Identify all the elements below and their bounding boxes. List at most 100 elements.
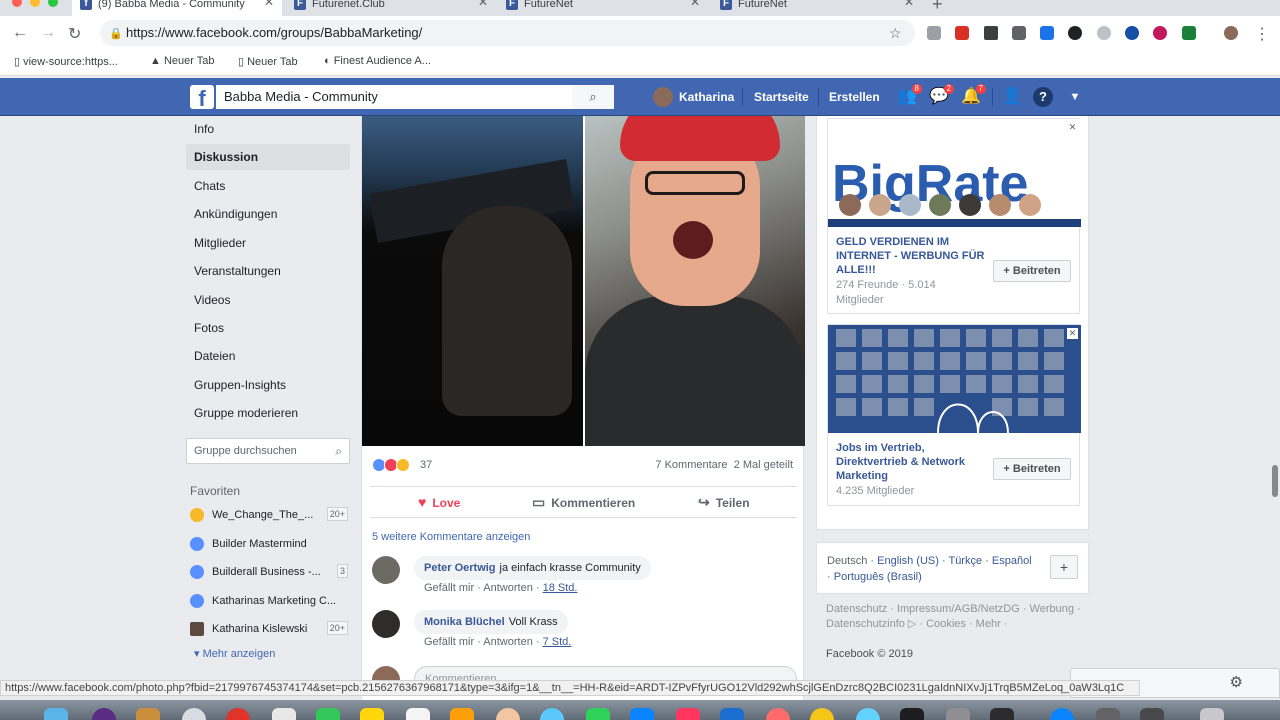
commenter-avatar[interactable] <box>372 556 400 584</box>
dock-app-icon[interactable] <box>136 708 160 720</box>
suggested-group-name[interactable]: Jobs im Vertrieb, Direktvertrieb & Netwo… <box>836 441 986 483</box>
favorite-group-item[interactable]: Katharinas Marketing C... <box>190 593 350 613</box>
commenter-name[interactable]: Monika Blüchel <box>424 616 505 628</box>
nav-item-veranstaltungen[interactable]: Veranstaltungen <box>186 258 350 284</box>
address-bar[interactable]: 🔒 https://www.facebook.com/groups/BabbaM… <box>100 20 915 46</box>
language-link[interactable]: Türkçe <box>948 555 982 567</box>
favorite-page-item[interactable]: Katharina Kislewski 20+ <box>190 621 350 641</box>
dock-app-icon[interactable] <box>540 708 564 720</box>
forward-arrow-icon[interactable]: → <box>40 24 56 42</box>
close-tab-icon[interactable]: ✕ <box>264 0 274 8</box>
post-photo-1[interactable] <box>362 116 583 446</box>
notifications-bell-icon[interactable]: 🔔 7 <box>961 84 986 107</box>
language-link[interactable]: English (US) <box>877 555 939 567</box>
show-more-link[interactable]: ▾ Mehr anzeigen <box>194 647 275 660</box>
nav-item-chats[interactable]: Chats <box>186 173 350 199</box>
dock-app-icon[interactable] <box>450 708 474 720</box>
browser-tab-futurenet-1[interactable]: F FutureNet ✕ <box>498 0 708 16</box>
suggested-group-name[interactable]: GELD VERDIENEN IM INTERNET - WERBUNG FÜR… <box>836 235 986 277</box>
extension-icon[interactable] <box>1040 26 1054 40</box>
shares-count-link[interactable]: 2 Mal geteilt <box>734 459 793 471</box>
dock-app-icon[interactable] <box>496 708 520 720</box>
nav-item-diskussion[interactable]: Diskussion <box>186 144 350 170</box>
quick-help-icon[interactable]: 👤 <box>1002 87 1022 107</box>
love-button[interactable]: ♥ Love <box>418 494 460 510</box>
favorite-group-item[interactable]: Builderall Business -... 3 <box>190 564 350 584</box>
dock-app-icon[interactable] <box>856 708 880 720</box>
dock-app-icon[interactable] <box>1096 708 1120 720</box>
home-link[interactable]: Startseite <box>754 90 809 104</box>
nav-item-gruppe-moderieren[interactable]: Gruppe moderieren <box>186 400 350 426</box>
trash-icon[interactable] <box>1200 708 1224 720</box>
extension-icon[interactable] <box>1182 26 1196 40</box>
dock-app-icon[interactable] <box>630 708 654 720</box>
group-search-input[interactable]: Gruppe durchsuchen ⌕ <box>186 438 350 464</box>
close-icon[interactable]: ✕ <box>1067 122 1078 133</box>
nav-item-fotos[interactable]: Fotos <box>186 315 350 341</box>
back-arrow-icon[interactable]: ← <box>12 24 28 42</box>
bookmark-item[interactable]: ▲ Neuer Tab <box>150 55 215 67</box>
suggested-group-image[interactable]: BigRate ✕ <box>828 119 1081 227</box>
nav-item-ankuendigungen[interactable]: Ankündigungen <box>186 201 350 227</box>
close-tab-icon[interactable]: ✕ <box>904 0 914 8</box>
commenter-avatar[interactable] <box>372 610 400 638</box>
bookmark-item[interactable]: ▯ view-source:https... <box>14 55 118 68</box>
more-comments-link[interactable]: 5 weitere Kommentare anzeigen <box>372 531 530 543</box>
user-avatar[interactable] <box>653 87 673 107</box>
commenter-name[interactable]: Peter Oertwig <box>424 562 496 574</box>
dock-app-icon[interactable] <box>946 708 970 720</box>
comment-timestamp[interactable]: 7 Std. <box>543 636 572 648</box>
dock-app-icon[interactable] <box>676 708 700 720</box>
like-comment-link[interactable]: Gefällt mir <box>424 636 474 648</box>
favorite-group-item[interactable]: We_Change_The_... 20+ <box>190 507 350 527</box>
extension-icon[interactable] <box>1125 26 1139 40</box>
bookmark-item[interactable]: ◐ Finest Audience A... <box>324 55 431 67</box>
close-tab-icon[interactable]: ✕ <box>478 0 488 8</box>
language-link[interactable]: Português (Brasil) <box>834 571 922 583</box>
extension-icon[interactable] <box>1153 26 1167 40</box>
comment-timestamp[interactable]: 18 Std. <box>543 582 578 594</box>
minimize-window-button[interactable] <box>30 0 40 7</box>
add-language-button[interactable]: + <box>1050 555 1078 579</box>
language-link[interactable]: Español <box>992 555 1032 567</box>
close-tab-icon[interactable]: ✕ <box>690 0 700 8</box>
favorite-group-item[interactable]: Builder Mastermind <box>190 536 350 556</box>
page-scrollbar[interactable] <box>1272 465 1278 497</box>
comments-count-link[interactable]: 7 Kommentare <box>655 459 727 471</box>
dock-app-icon[interactable] <box>272 708 296 720</box>
nav-item-gruppen-insights[interactable]: Gruppen-Insights <box>186 372 350 398</box>
profile-avatar[interactable] <box>1224 26 1238 40</box>
dock-app-icon[interactable] <box>1140 708 1164 720</box>
bookmark-item[interactable]: ▯ Neuer Tab <box>238 55 298 68</box>
dock-app-icon[interactable] <box>226 708 250 720</box>
reply-link[interactable]: Antworten <box>483 582 533 594</box>
browser-tab-futurenet-club[interactable]: F Futurenet.Club ✕ <box>286 0 496 16</box>
nav-item-dateien[interactable]: Dateien <box>186 343 350 369</box>
create-link[interactable]: Erstellen <box>829 90 880 104</box>
dock-app-icon[interactable] <box>990 708 1014 720</box>
reply-link[interactable]: Antworten <box>483 636 533 648</box>
close-icon[interactable]: ✕ <box>1067 328 1078 339</box>
menu-kebab-icon[interactable]: ⋮ <box>1254 24 1270 44</box>
extension-icon[interactable] <box>984 26 998 40</box>
dock-app-icon[interactable] <box>720 708 744 720</box>
search-icon[interactable]: ⌕ <box>335 439 342 463</box>
dock-app-icon[interactable] <box>92 708 116 720</box>
nav-item-videos[interactable]: Videos <box>186 287 350 313</box>
comment-button[interactable]: ▭ Kommentieren <box>532 494 635 511</box>
nav-item-mitglieder[interactable]: Mitglieder <box>186 230 350 256</box>
footer-links[interactable]: Datenschutz · Impressum/AGB/NetzDG · Wer… <box>826 602 1081 632</box>
suggested-group-image[interactable]: ✕ <box>828 325 1081 433</box>
new-tab-button[interactable]: + <box>932 0 943 15</box>
join-group-button[interactable]: + Beitreten <box>993 260 1071 282</box>
join-group-button[interactable]: + Beitreten <box>993 458 1071 480</box>
facebook-search-input[interactable]: Babba Media - Community ⌕ <box>216 85 614 109</box>
messenger-icon[interactable]: 💬 2 <box>929 84 954 107</box>
search-icon[interactable]: ⌕ <box>572 85 614 109</box>
help-question-icon[interactable]: ? <box>1033 87 1053 107</box>
close-window-button[interactable] <box>12 0 22 7</box>
dock-app-icon[interactable] <box>360 708 384 720</box>
reload-icon[interactable]: ↻ <box>68 24 81 44</box>
post-photo-2[interactable] <box>585 116 805 446</box>
nav-item-info[interactable]: Info <box>186 116 350 142</box>
